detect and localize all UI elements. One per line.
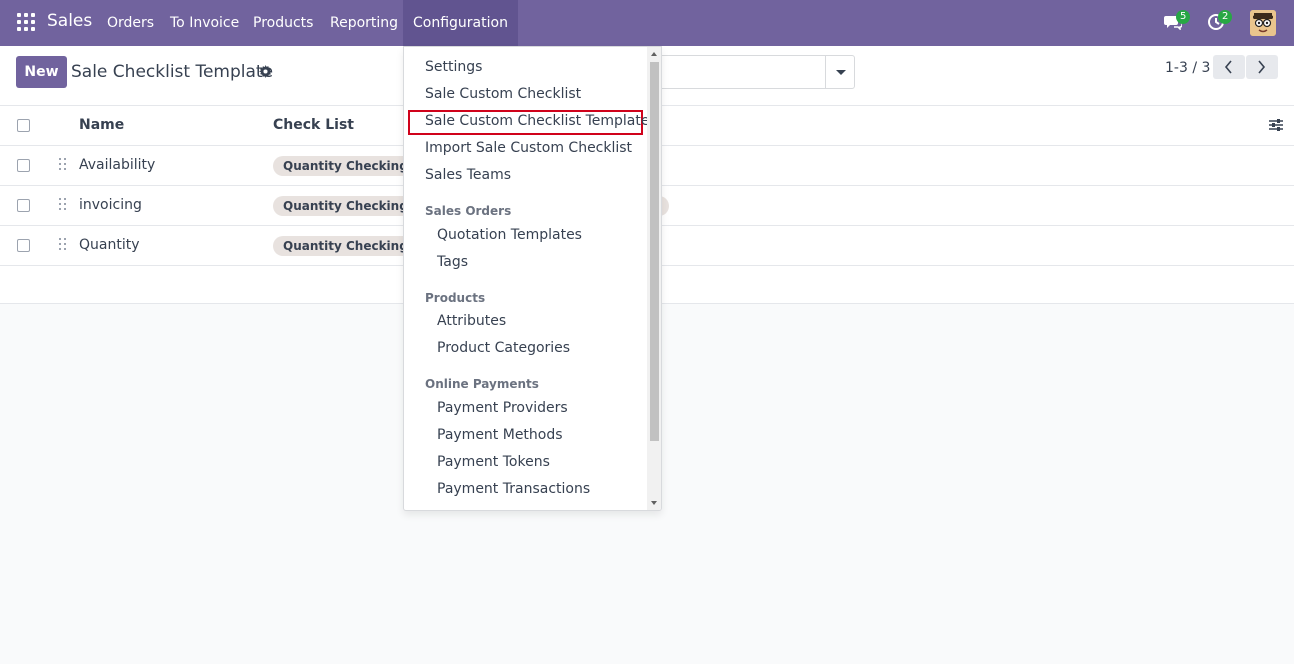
pager-previous-button[interactable] (1213, 55, 1245, 79)
menu-item-quotation-templates[interactable]: Quotation Templates (437, 227, 582, 243)
menu-item-attributes[interactable]: Attributes (437, 313, 506, 329)
menu-item-import-sale-custom-checklist[interactable]: Import Sale Custom Checklist (425, 140, 632, 156)
menu-item-payment-methods[interactable]: Payment Methods (437, 427, 563, 443)
column-header-name[interactable]: Name (79, 117, 124, 133)
column-header-check-list[interactable]: Check List (273, 117, 354, 133)
row-name[interactable]: Availability (79, 157, 155, 173)
gear-icon[interactable] (259, 65, 272, 78)
section-header-products: Products (425, 291, 486, 305)
scrollbar-thumb[interactable] (650, 62, 659, 441)
menu-configuration[interactable]: Configuration (403, 0, 518, 46)
menu-item-sales-teams[interactable]: Sales Teams (425, 167, 511, 183)
activity-badge: 2 (1218, 10, 1233, 24)
section-header-online-payments: Online Payments (425, 377, 539, 391)
chat-badge: 5 (1176, 10, 1191, 24)
top-navbar: Sales Orders To Invoice Products Reporti… (0, 0, 1294, 46)
user-avatar[interactable] (1250, 10, 1276, 36)
apps-grid-icon[interactable] (17, 13, 35, 31)
row-name[interactable]: invoicing (79, 197, 142, 213)
menu-item-payment-transactions[interactable]: Payment Transactions (437, 481, 590, 497)
dropdown-scrollbar[interactable] (647, 47, 661, 510)
check-list-tag: Quantity Checking (273, 196, 418, 216)
row-name[interactable]: Quantity (79, 237, 140, 253)
new-button[interactable]: New (16, 56, 67, 88)
drag-handle-icon[interactable] (59, 158, 67, 172)
optional-columns-icon[interactable] (1269, 118, 1283, 132)
menu-item-sale-custom-checklist[interactable]: Sale Custom Checklist (425, 86, 581, 102)
chevron-right-icon (1258, 60, 1266, 74)
menu-item-payment-tokens[interactable]: Payment Tokens (437, 454, 550, 470)
pager-value[interactable]: 1-3 / 3 (1165, 60, 1210, 76)
drag-handle-icon[interactable] (59, 238, 67, 252)
search-options-toggle[interactable] (825, 56, 854, 88)
menu-orders[interactable]: Orders (107, 0, 154, 46)
menu-item-sale-custom-checklist-template[interactable]: Sale Custom Checklist Template (425, 113, 649, 129)
pager-next-button[interactable] (1246, 55, 1278, 79)
menu-products[interactable]: Products (253, 0, 313, 46)
select-all-checkbox[interactable] (17, 119, 30, 132)
row-checkbox[interactable] (17, 239, 30, 252)
search-input[interactable] (652, 55, 855, 89)
section-header-sales-orders: Sales Orders (425, 204, 512, 218)
menu-to-invoice[interactable]: To Invoice (170, 0, 239, 46)
menu-item-tags[interactable]: Tags (437, 254, 468, 270)
row-checkbox[interactable] (17, 159, 30, 172)
chevron-left-icon (1224, 60, 1232, 74)
check-list-tag: Quantity Checking (273, 156, 418, 176)
app-brand[interactable]: Sales (47, 11, 92, 31)
menu-item-payment-providers[interactable]: Payment Providers (437, 400, 568, 416)
page-title: Sale Checklist Template (71, 62, 274, 82)
menu-reporting[interactable]: Reporting (330, 0, 398, 46)
scroll-down-arrow-icon[interactable] (651, 501, 657, 505)
check-list-tag: Quantity Checking (273, 236, 418, 256)
configuration-dropdown: Settings Sale Custom Checklist Sale Cust… (403, 46, 662, 511)
menu-item-settings[interactable]: Settings (425, 59, 482, 75)
row-checkbox[interactable] (17, 199, 30, 212)
drag-handle-icon[interactable] (59, 198, 67, 212)
menu-item-product-categories[interactable]: Product Categories (437, 340, 570, 356)
scroll-up-arrow-icon[interactable] (651, 52, 657, 56)
